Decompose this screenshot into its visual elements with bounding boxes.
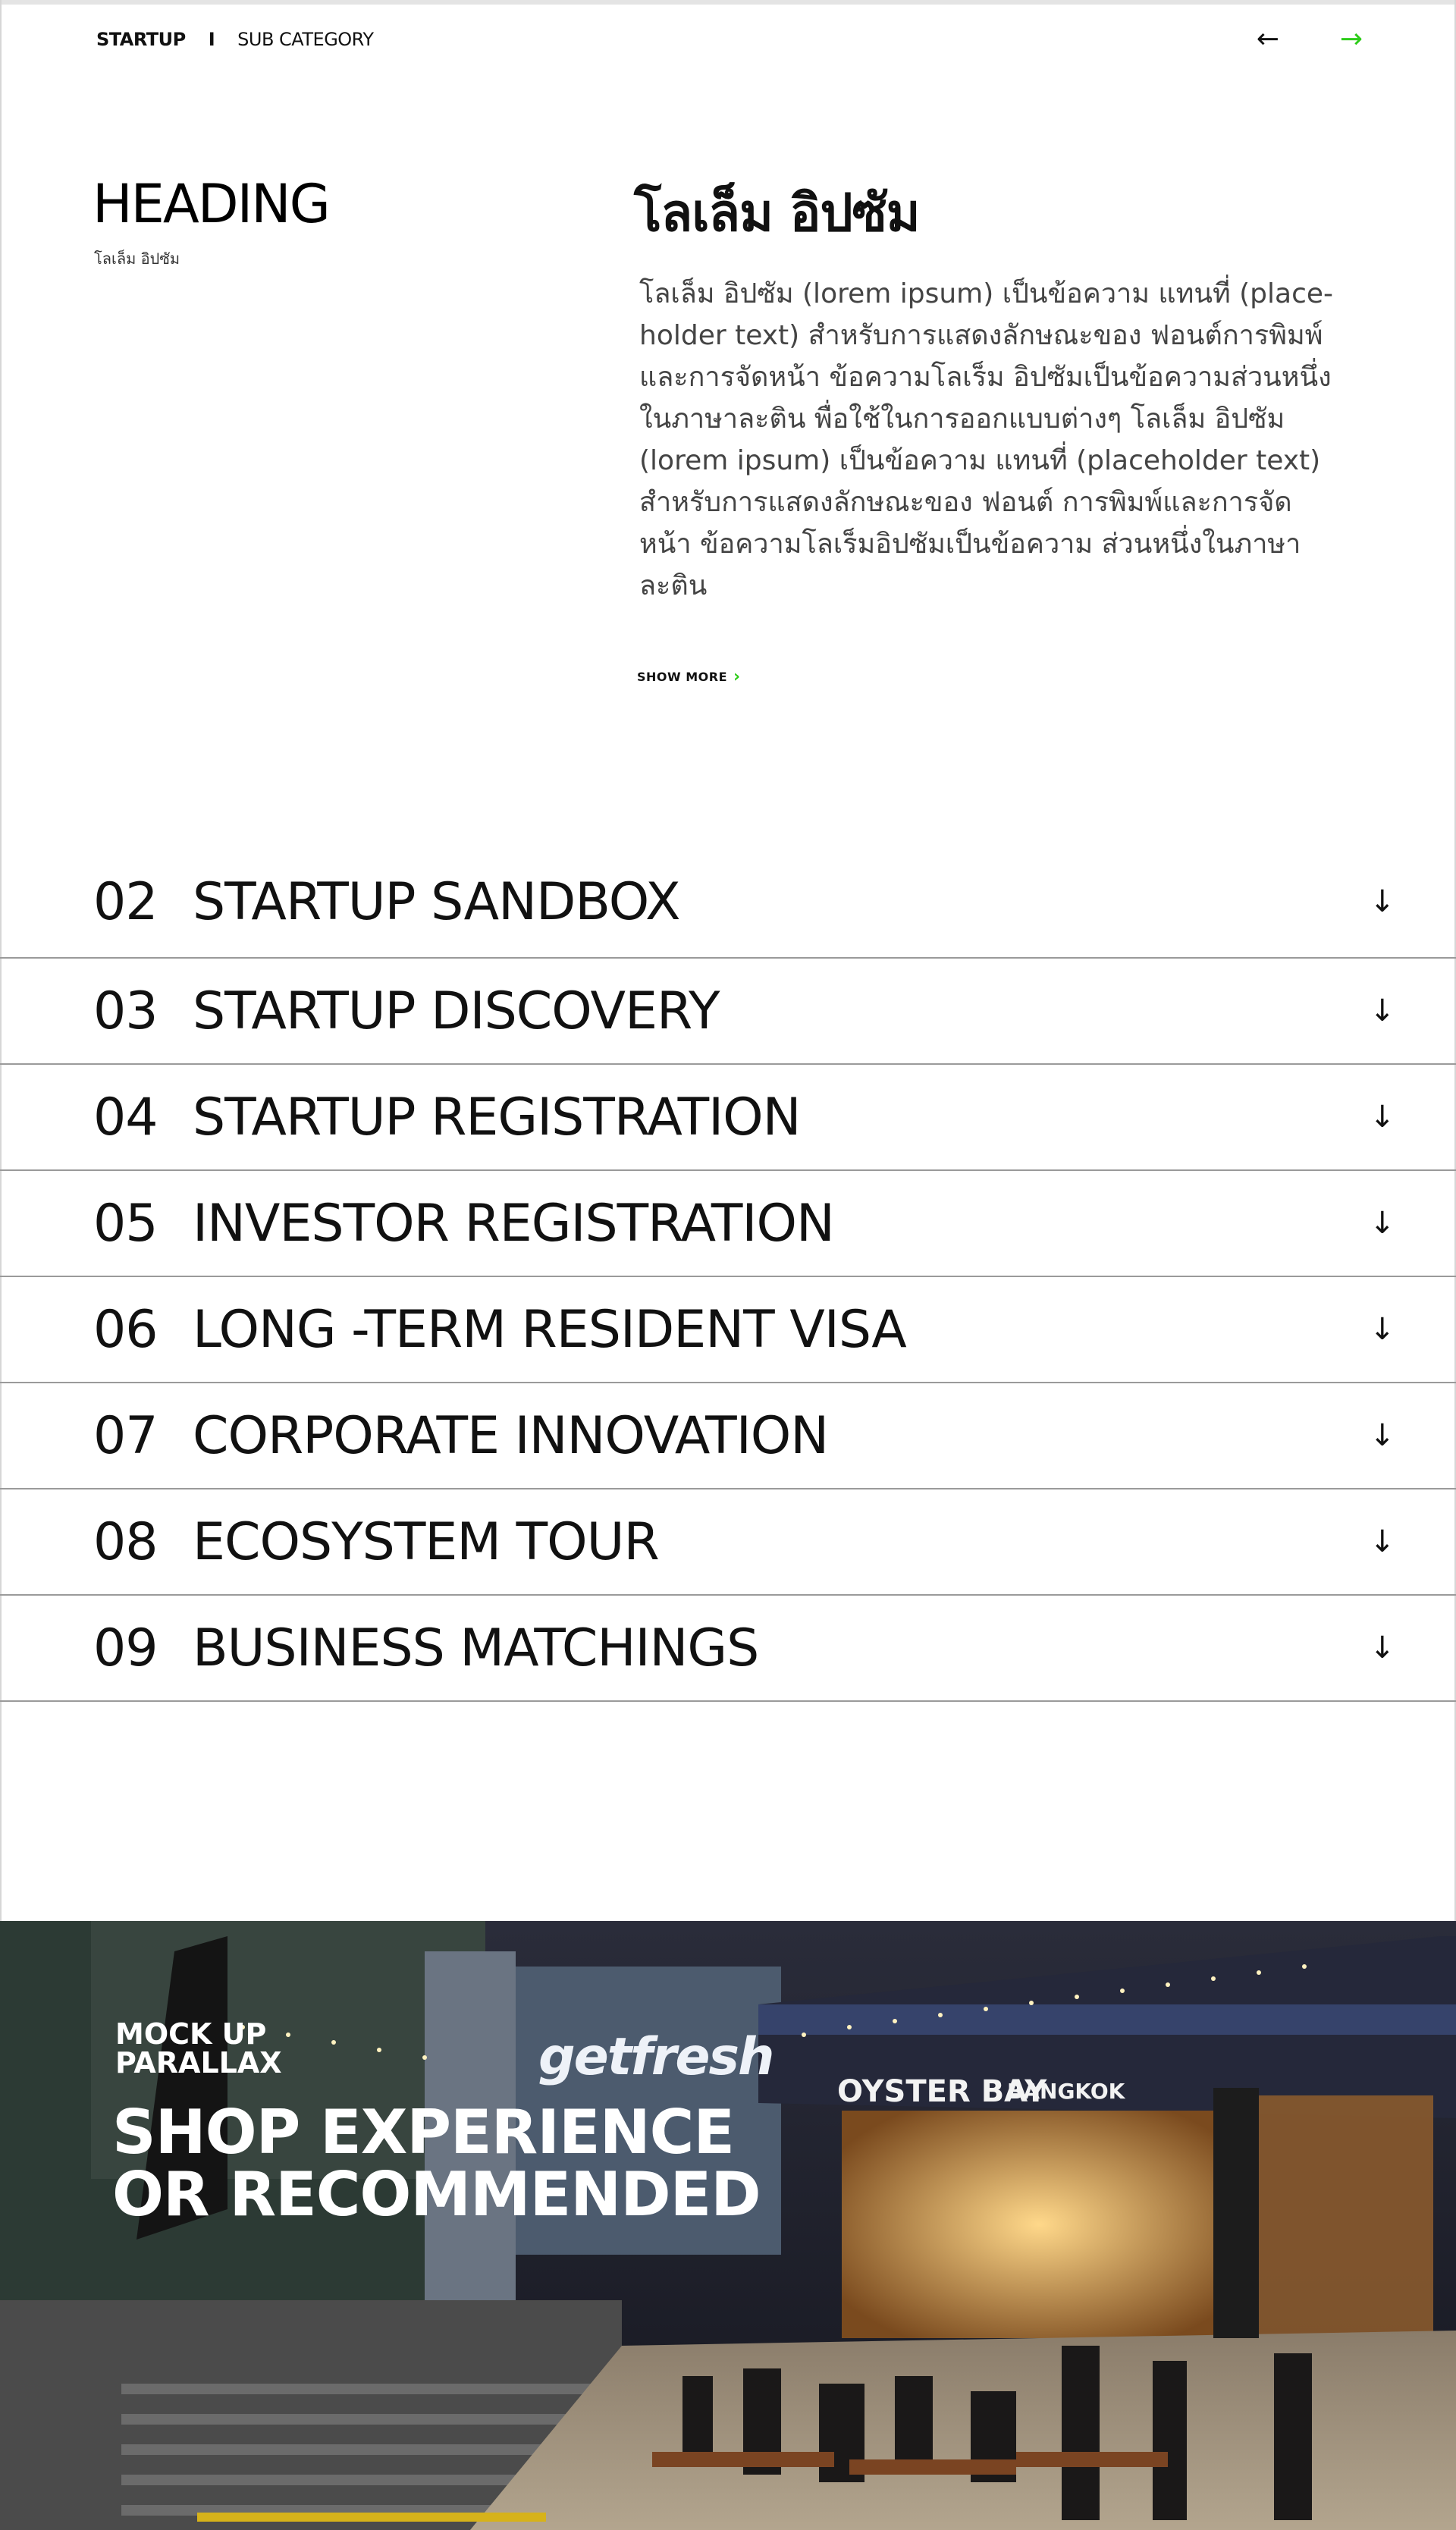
accordion-item-title: ECOSYSTEM TOUR [193, 1511, 660, 1572]
accordion-item-startup-registration[interactable]: 04 STARTUP REGISTRATION ↓ [0, 1065, 1456, 1171]
arrow-down-icon: ↓ [1370, 1312, 1395, 1347]
chevron-right-icon: › [733, 667, 741, 686]
parallax-hero: getfresh OYSTER BAY BANGKOK MOCK UP PARA… [0, 1921, 1456, 2530]
intro-body-line: และการจัดหน้า ข้อความโลเร็ม อิปซัมเป็นข้… [639, 362, 1332, 393]
accordion-item-ecosystem-tour[interactable]: 08 ECOSYSTEM TOUR ↓ [0, 1489, 1456, 1596]
intro-body-line: holder text) สำหรับการแสดงลักษณะของ ฟอนต… [639, 320, 1323, 351]
previous-button[interactable]: ← [1245, 20, 1291, 58]
breadcrumb-startup-link[interactable]: STARTUP [96, 29, 186, 50]
accordion-item-long-term-resident-visa[interactable]: 06 LONG -TERM RESIDENT VISA ↓ [0, 1277, 1456, 1383]
hero-title-line: SHOP EXPERIENCE [112, 2097, 735, 2167]
accordion-item-title: INVESTOR REGISTRATION [193, 1193, 835, 1254]
accordion-item-corporate-innovation[interactable]: 07 CORPORATE INNOVATION ↓ [0, 1383, 1456, 1489]
intro-body-line: ในภาษาละติน พื่อใช้ในการออกแบบต่างๆ โลเล… [639, 403, 1285, 435]
accordion-item-number: 08 [93, 1511, 158, 1572]
accordion-item-number: 03 [93, 981, 158, 1041]
accordion-item-number: 04 [93, 1087, 158, 1147]
arrow-down-icon: ↓ [1370, 1418, 1395, 1453]
intro-body-text: โลเล็ม อิปซัม (lorem ipsum) เป็นข้อความ … [639, 273, 1337, 607]
breadcrumb: STARTUP I SUB CATEGORY [96, 29, 374, 50]
arrow-down-icon: ↓ [1370, 1206, 1395, 1241]
accordion-item-number: 07 [93, 1405, 158, 1466]
arrow-down-icon: ↓ [1370, 993, 1395, 1028]
arrow-left-icon: ← [1256, 23, 1280, 55]
intro-body-line: โลเล็ม อิปซัม (lorem ipsum) เป็นข้อความ … [639, 278, 1334, 309]
accordion-item-investor-registration[interactable]: 05 INVESTOR REGISTRATION ↓ [0, 1171, 1456, 1277]
category-accordion: 02 STARTUP SANDBOX ↓ 03 STARTUP DISCOVER… [0, 846, 1456, 1702]
arrow-down-icon: ↓ [1370, 1631, 1395, 1665]
accordion-item-startup-discovery[interactable]: 03 STARTUP DISCOVERY ↓ [0, 959, 1456, 1065]
intro-body-line: ละติน [639, 570, 708, 601]
getfresh-sign: getfresh [538, 2027, 774, 2087]
accordion-item-title: CORPORATE INNOVATION [193, 1405, 829, 1466]
bangkok-sign: BANGKOK [1007, 2079, 1125, 2104]
accordion-item-startup-sandbox[interactable]: 02 STARTUP SANDBOX ↓ [0, 846, 1456, 959]
intro-body-line: (lorem ipsum) เป็นข้อความ แทนที่ (placeh… [639, 445, 1321, 476]
accordion-item-business-matchings[interactable]: 09 BUSINESS MATCHINGS ↓ [0, 1596, 1456, 1702]
accordion-item-title: LONG -TERM RESIDENT VISA [193, 1299, 907, 1360]
arrow-right-icon: → [1339, 23, 1363, 55]
hero-title-line: OR RECOMMENDED [112, 2159, 761, 2230]
accordion-item-number: 05 [93, 1193, 158, 1254]
accordion-item-number: 06 [93, 1299, 158, 1360]
arrow-down-icon: ↓ [1370, 884, 1395, 919]
page-heading-subtitle: โลเล็ม อิปซัม [94, 250, 180, 268]
arrow-down-icon: ↓ [1370, 1524, 1395, 1559]
show-more-link[interactable]: SHOW MORE › [637, 667, 741, 686]
breadcrumb-separator: I [208, 29, 215, 50]
hero-title: SHOP EXPERIENCE OR RECOMMENDED [112, 2102, 761, 2226]
accordion-item-number: 02 [93, 871, 158, 932]
accordion-item-number: 09 [93, 1618, 158, 1678]
accordion-item-title: STARTUP DISCOVERY [193, 981, 720, 1041]
intro-title: โลเล็ม อิปซัม [634, 184, 921, 243]
breadcrumb-subcategory-link[interactable]: SUB CATEGORY [237, 29, 374, 50]
intro-body-line: สำหรับการแสดงลักษณะของ ฟอนต์ การพิมพ์และ… [639, 487, 1292, 518]
page-heading: HEADING [93, 173, 331, 235]
hero-kicker-line: MOCK UP [115, 2017, 267, 2051]
next-button[interactable]: → [1329, 20, 1374, 58]
hero-kicker-line: PARALLAX [115, 2046, 282, 2080]
show-more-label: SHOW MORE [637, 670, 728, 684]
accordion-item-title: STARTUP REGISTRATION [193, 1087, 802, 1147]
accordion-item-title: STARTUP SANDBOX [193, 871, 681, 932]
accordion-item-title: BUSINESS MATCHINGS [193, 1618, 759, 1678]
intro-body-line: หน้า ข้อความโลเร็มอิปซัมเป็นข้อความ ส่วน… [639, 529, 1301, 560]
top-border [0, 0, 1456, 5]
hero-kicker: MOCK UP PARALLAX [115, 2020, 282, 2077]
arrow-down-icon: ↓ [1370, 1100, 1395, 1135]
